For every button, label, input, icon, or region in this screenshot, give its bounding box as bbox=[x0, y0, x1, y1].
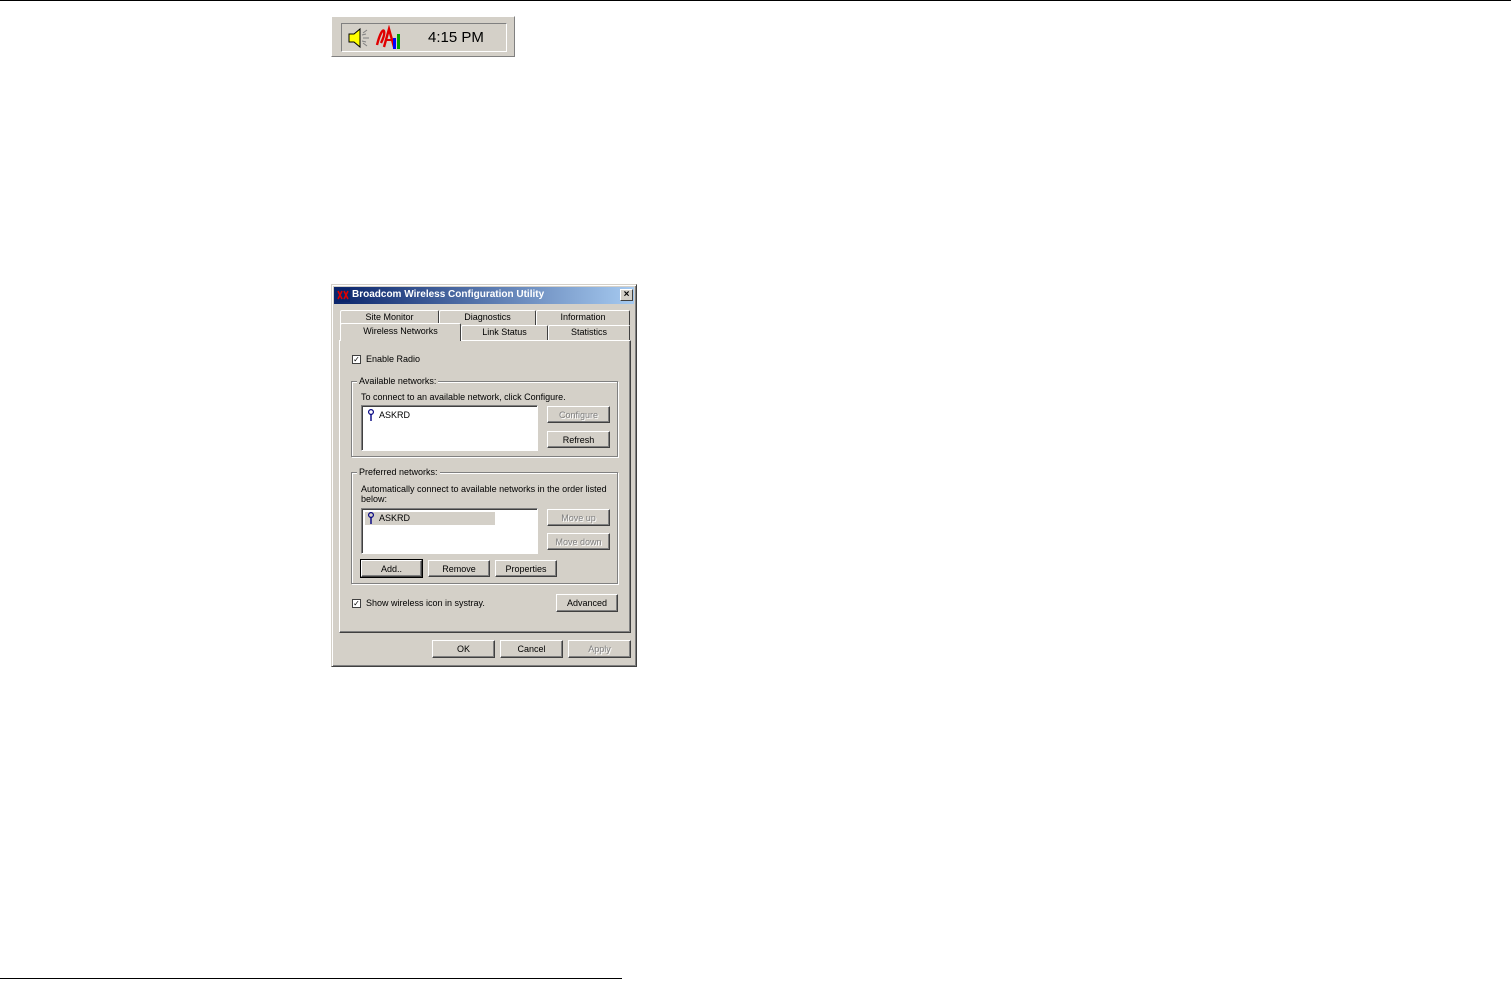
wireless-networks-panel: ✓ Enable Radio Available networks: To co… bbox=[339, 340, 631, 633]
show-systray-icon-label: Show wireless icon in systray. bbox=[366, 598, 485, 608]
tray-notification-area: 4:15 PM bbox=[341, 23, 507, 52]
available-instructions: To connect to an available network, clic… bbox=[361, 392, 566, 402]
list-item[interactable]: ASKRD bbox=[365, 512, 495, 525]
add-button[interactable]: Add.. bbox=[360, 559, 423, 578]
tab-information[interactable]: Information bbox=[536, 310, 630, 325]
network-name: ASKRD bbox=[379, 513, 411, 523]
preferred-networks-title: Preferred networks: bbox=[357, 467, 440, 477]
dialog-titlebar[interactable]: Broadcom Wireless Configuration Utility … bbox=[334, 287, 634, 304]
tab-wireless-networks[interactable]: Wireless Networks bbox=[340, 323, 461, 341]
apply-button[interactable]: Apply bbox=[568, 640, 631, 658]
close-button[interactable]: × bbox=[620, 289, 633, 301]
top-divider-line bbox=[0, 0, 1511, 1]
dialog-title: Broadcom Wireless Configuration Utility bbox=[352, 289, 545, 300]
enable-radio-label: Enable Radio bbox=[366, 354, 421, 364]
move-up-button[interactable]: Move up bbox=[547, 509, 610, 526]
broadcom-app-icon bbox=[336, 288, 350, 302]
configure-button[interactable]: Configure bbox=[547, 406, 610, 423]
wireless-utility-icon[interactable] bbox=[375, 25, 403, 51]
move-down-button[interactable]: Move down bbox=[547, 533, 610, 550]
antenna-icon bbox=[368, 409, 374, 421]
enable-radio-checkbox[interactable]: ✓ bbox=[352, 355, 361, 364]
ok-button[interactable]: OK bbox=[432, 640, 495, 658]
remove-button[interactable]: Remove bbox=[428, 560, 490, 577]
properties-button[interactable]: Properties bbox=[495, 560, 557, 577]
tab-link-status[interactable]: Link Status bbox=[461, 325, 548, 340]
advanced-button[interactable]: Advanced bbox=[556, 594, 618, 612]
cancel-button[interactable]: Cancel bbox=[500, 640, 563, 658]
preferred-instructions-line1: Automatically connect to available netwo… bbox=[361, 484, 607, 494]
available-networks-group: Available networks: To connect to an ava… bbox=[351, 376, 618, 457]
show-systray-icon-checkbox[interactable]: ✓ bbox=[352, 599, 361, 608]
available-networks-list[interactable]: ASKRD bbox=[361, 405, 538, 451]
speaker-icon[interactable] bbox=[346, 26, 374, 50]
bottom-divider-line bbox=[0, 978, 622, 979]
tab-statistics[interactable]: Statistics bbox=[548, 325, 630, 340]
refresh-button[interactable]: Refresh bbox=[547, 431, 610, 448]
wireless-config-dialog: Broadcom Wireless Configuration Utility … bbox=[331, 284, 637, 667]
preferred-instructions-line2: below: bbox=[361, 494, 388, 504]
tray-clock[interactable]: 4:15 PM bbox=[428, 29, 484, 46]
system-tray: 4:15 PM bbox=[331, 16, 515, 57]
available-networks-title: Available networks: bbox=[357, 376, 439, 386]
preferred-networks-list[interactable]: ASKRD bbox=[361, 508, 538, 554]
preferred-networks-group: Preferred networks: Automatically connec… bbox=[351, 467, 618, 584]
network-name: ASKRD bbox=[379, 410, 411, 420]
antenna-icon bbox=[368, 512, 374, 524]
